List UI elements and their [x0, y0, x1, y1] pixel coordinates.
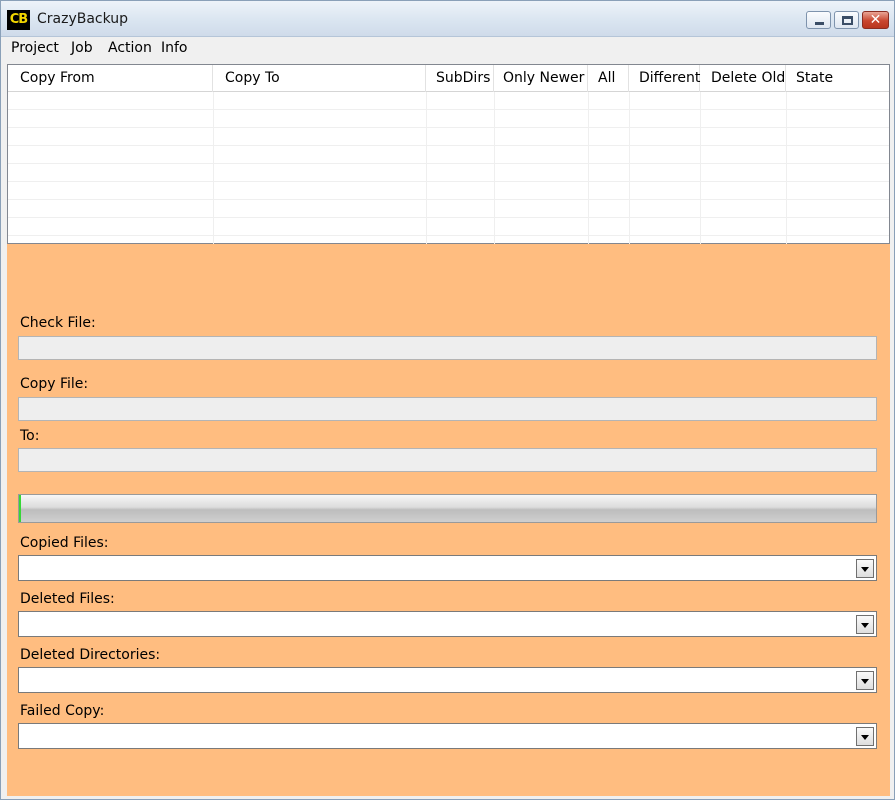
- column-header-copy-to[interactable]: Copy To: [213, 65, 426, 92]
- deleted-directories-dropdown[interactable]: [18, 667, 877, 693]
- table-row[interactable]: [8, 110, 889, 128]
- copy-file-field: [18, 397, 877, 421]
- app-logo-icon: CB: [7, 10, 30, 30]
- check-file-label: Check File:: [20, 315, 96, 331]
- close-button[interactable]: ✕: [862, 11, 889, 29]
- deleted-files-label: Deleted Files:: [20, 591, 115, 607]
- grid-divider: [494, 92, 495, 244]
- app-window: CB CrazyBackup ✕ Project Job Action Info…: [0, 0, 895, 800]
- grid-divider: [786, 92, 787, 244]
- grid-divider: [700, 92, 701, 244]
- table-row[interactable]: [8, 164, 889, 182]
- minimize-icon: [815, 22, 824, 25]
- table-row[interactable]: [8, 218, 889, 236]
- status-panel: Check File: Copy File: To: Copied Files:…: [7, 244, 890, 796]
- to-label: To:: [20, 428, 40, 444]
- column-header-delete-old[interactable]: Delete Old: [700, 65, 786, 92]
- copied-files-dropdown-button[interactable]: [856, 559, 874, 578]
- deleted-files-dropdown-button[interactable]: [856, 615, 874, 634]
- grid-divider: [426, 92, 427, 244]
- menu-project[interactable]: Project: [11, 40, 59, 56]
- table-row[interactable]: [8, 128, 889, 146]
- menu-info[interactable]: Info: [161, 40, 188, 56]
- menu-job[interactable]: Job: [71, 40, 93, 56]
- deleted-directories-dropdown-button[interactable]: [856, 671, 874, 690]
- failed-copy-dropdown[interactable]: [18, 723, 877, 749]
- progress-fill: [19, 495, 21, 522]
- table-row[interactable]: [8, 92, 889, 110]
- column-header-copy-from[interactable]: Copy From: [8, 65, 213, 92]
- grid-divider: [588, 92, 589, 244]
- column-header-all[interactable]: All: [588, 65, 629, 92]
- table-row[interactable]: [8, 146, 889, 164]
- maximize-icon: [842, 16, 853, 25]
- maximize-button[interactable]: [834, 11, 859, 29]
- window-title: CrazyBackup: [37, 11, 129, 27]
- column-header-different[interactable]: Different: [629, 65, 700, 92]
- column-header-only-newer[interactable]: Only Newer: [494, 65, 588, 92]
- grid-divider: [213, 92, 214, 244]
- check-file-field: [18, 336, 877, 360]
- to-field: [18, 448, 877, 472]
- menu-action[interactable]: Action: [108, 40, 152, 56]
- copy-file-label: Copy File:: [20, 376, 89, 392]
- close-icon: ✕: [869, 12, 882, 28]
- menu-bar: Project Job Action Info: [1, 37, 894, 61]
- deleted-files-dropdown[interactable]: [18, 611, 877, 637]
- column-header-state[interactable]: State: [786, 65, 889, 92]
- failed-copy-dropdown-button[interactable]: [856, 727, 874, 746]
- table-row[interactable]: [8, 182, 889, 200]
- jobs-grid[interactable]: Copy From Copy To SubDirs Only Newer All…: [7, 64, 890, 244]
- deleted-directories-label: Deleted Directories:: [20, 647, 161, 663]
- chevron-down-icon: [861, 735, 869, 740]
- grid-header: Copy From Copy To SubDirs Only Newer All…: [8, 65, 889, 92]
- failed-copy-label: Failed Copy:: [20, 703, 105, 719]
- copied-files-label: Copied Files:: [20, 535, 109, 551]
- grid-divider: [629, 92, 630, 244]
- copy-progress-bar: [18, 494, 877, 523]
- chevron-down-icon: [861, 567, 869, 572]
- column-header-subdirs[interactable]: SubDirs: [426, 65, 494, 92]
- table-row[interactable]: [8, 200, 889, 218]
- chevron-down-icon: [861, 623, 869, 628]
- minimize-button[interactable]: [806, 11, 831, 29]
- chevron-down-icon: [861, 679, 869, 684]
- copied-files-dropdown[interactable]: [18, 555, 877, 581]
- title-bar[interactable]: CB CrazyBackup ✕: [1, 1, 894, 37]
